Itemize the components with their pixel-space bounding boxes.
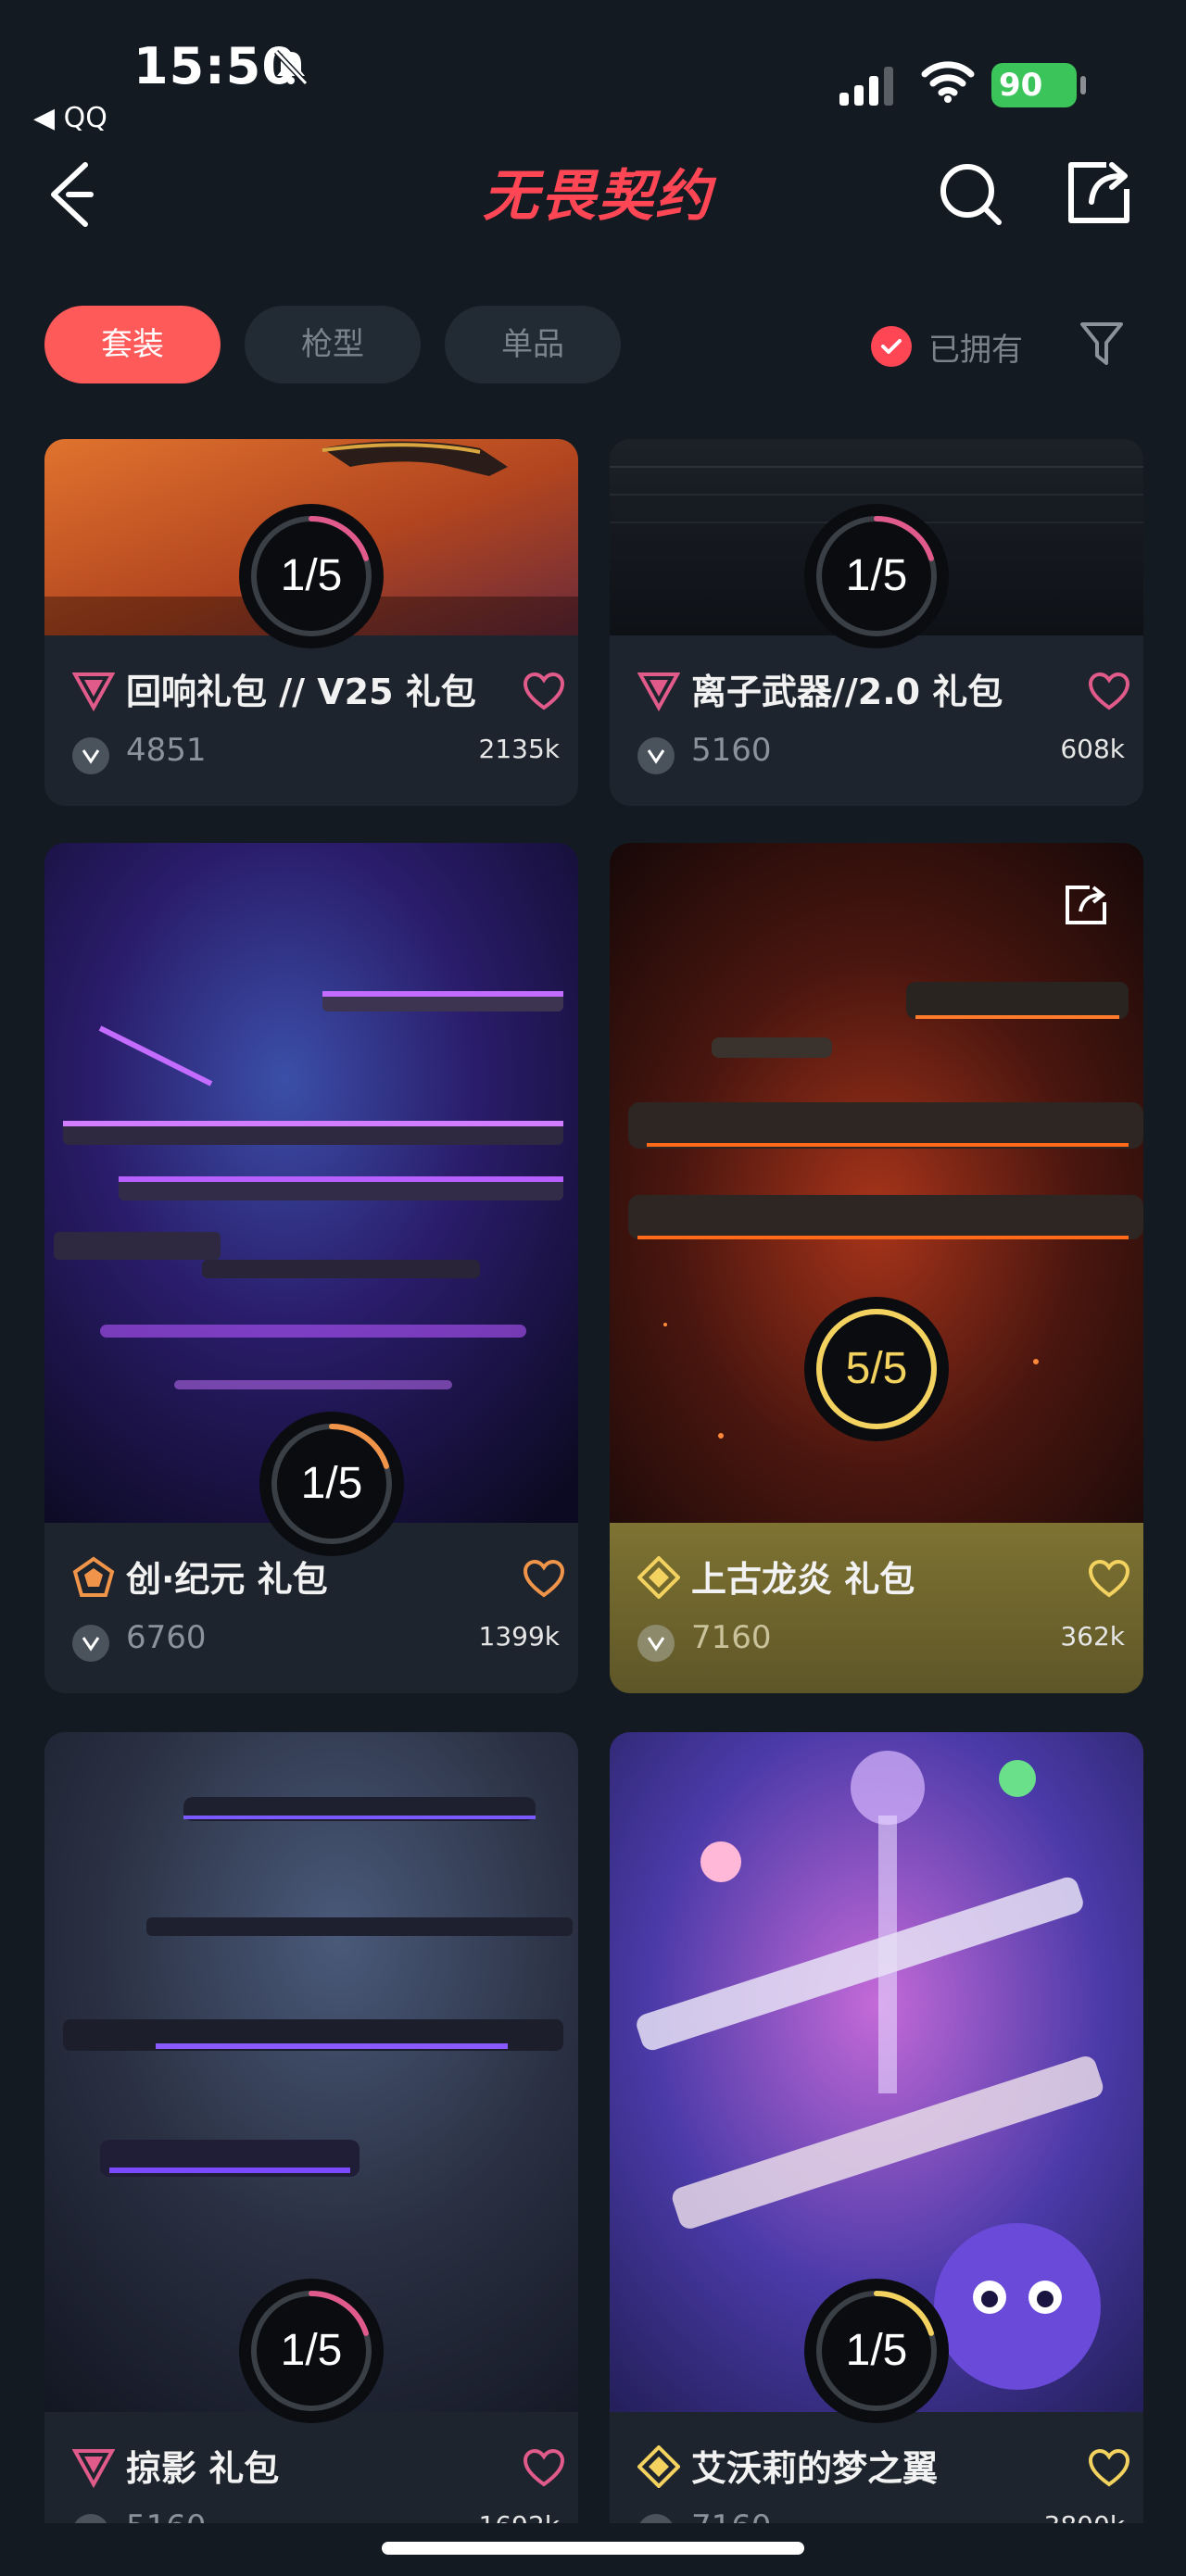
bundle-card[interactable]: 1/5 掠影 礼包 5160 1692k [44, 1732, 578, 2523]
progress-label: 1/5 [280, 2326, 343, 2375]
tab-weapon-type[interactable]: 枪型 [245, 306, 421, 383]
vp-currency-icon [72, 737, 109, 774]
bundle-card[interactable]: 1/5 回响礼包 // V25 礼包 4851 2135k [44, 439, 578, 806]
check-icon [871, 326, 912, 367]
owned-label: 已拥有 [928, 331, 1023, 369]
tier-diamond-icon [637, 1556, 680, 1599]
battery-tip [1080, 76, 1086, 94]
progress-label: 1/5 [845, 551, 908, 600]
back-button[interactable] [44, 157, 100, 232]
vp-currency-icon [637, 2514, 675, 2523]
vp-currency-icon [637, 737, 675, 774]
like-count: 362k [1060, 1621, 1125, 1652]
share-button[interactable] [1064, 156, 1138, 230]
bundle-card[interactable]: 5/5 上古龙炎 礼包 7160 362k [610, 843, 1143, 1693]
card-share-icon[interactable] [1062, 880, 1112, 930]
progress-label: 5/5 [845, 1344, 908, 1393]
owned-toggle[interactable]: 已拥有 [871, 326, 1023, 369]
bundle-price: 7160 [691, 2508, 772, 2523]
card-info: 掠影 礼包 5160 1692k [44, 2412, 578, 2523]
home-indicator[interactable] [382, 2542, 804, 2555]
collection-progress: 1/5 [804, 2279, 949, 2423]
app-logo: 无畏契约 [483, 164, 713, 229]
top-navigation: 无畏契约 [0, 139, 1186, 278]
bundle-price: 5160 [126, 2508, 207, 2523]
bundle-grid: 1/5 回响礼包 // V25 礼包 4851 2135k 1/5 离子武器//… [0, 439, 1186, 2523]
wifi-icon [921, 61, 975, 103]
mute-bell-icon [273, 49, 309, 86]
battery-indicator: 90 [991, 63, 1077, 107]
collection-progress: 1/5 [804, 504, 949, 648]
card-info: 艾沃莉的梦之翼 7160 3800k [610, 2412, 1143, 2523]
bundle-title: 掠影 礼包 [126, 2448, 280, 2489]
like-count: 3800k [1044, 2510, 1125, 2523]
bundle-price: 5160 [691, 732, 772, 769]
progress-label: 1/5 [280, 551, 343, 600]
like-count: 1399k [478, 1621, 560, 1652]
search-button[interactable] [934, 157, 1008, 232]
bundle-card[interactable]: 1/5 离子武器//2.0 礼包 5160 608k [610, 439, 1143, 806]
status-bar: 15:50 ◀ QQ 90 [0, 0, 1186, 139]
bundle-title: 离子武器//2.0 礼包 [691, 672, 1003, 712]
bundle-price: 7160 [691, 1619, 772, 1656]
bundle-price: 4851 [126, 732, 207, 769]
tier-diamond-icon [637, 2445, 680, 2488]
heart-icon[interactable] [1088, 2449, 1130, 2488]
tab-single-item[interactable]: 单品 [445, 306, 621, 383]
filter-row: 套装 枪型 单品 已拥有 [0, 306, 1186, 385]
tier-triangle-icon [637, 672, 680, 711]
bundle-title: 创·纪元 礼包 [126, 1559, 328, 1600]
tier-triangle-icon [72, 2449, 115, 2488]
collection-progress: 5/5 [804, 1297, 949, 1441]
like-count: 2135k [478, 734, 560, 764]
tier-pentagon-icon [72, 1556, 115, 1597]
vp-currency-icon [637, 1625, 675, 1662]
heart-icon[interactable] [523, 2449, 565, 2488]
bundle-card[interactable]: 1/5 艾沃莉的梦之翼 7160 3800k [610, 1732, 1143, 2523]
bundle-card[interactable]: 1/5 创·纪元 礼包 6760 1399k [44, 843, 578, 1693]
vp-currency-icon [72, 1625, 109, 1662]
bundle-title: 艾沃莉的梦之翼 [691, 2448, 939, 2489]
card-info: 回响礼包 // V25 礼包 4851 2135k [44, 635, 578, 806]
progress-label: 1/5 [845, 2326, 908, 2375]
tab-sets[interactable]: 套装 [44, 306, 221, 383]
like-count: 1692k [479, 2510, 560, 2523]
filter-funnel-icon[interactable] [1079, 319, 1125, 371]
card-info: 上古龙炎 礼包 7160 362k [610, 1523, 1143, 1693]
vp-currency-icon [72, 2514, 109, 2523]
collection-progress: 1/5 [239, 504, 384, 648]
cellular-signal-icon [839, 67, 893, 106]
heart-icon[interactable] [523, 672, 565, 711]
heart-icon[interactable] [523, 1560, 565, 1599]
tier-triangle-icon [72, 672, 115, 711]
collection-progress: 1/5 [239, 2279, 384, 2423]
heart-icon[interactable] [1088, 672, 1130, 711]
bundle-price: 6760 [126, 1619, 207, 1656]
bundle-title: 回响礼包 // V25 礼包 [126, 672, 476, 712]
like-count: 608k [1060, 734, 1125, 764]
card-info: 创·纪元 礼包 6760 1399k [44, 1523, 578, 1693]
card-info: 离子武器//2.0 礼包 5160 608k [610, 635, 1143, 806]
heart-icon[interactable] [1088, 1560, 1130, 1599]
bundle-title: 上古龙炎 礼包 [691, 1559, 915, 1600]
back-to-app-link[interactable]: ◀ QQ [33, 102, 107, 134]
